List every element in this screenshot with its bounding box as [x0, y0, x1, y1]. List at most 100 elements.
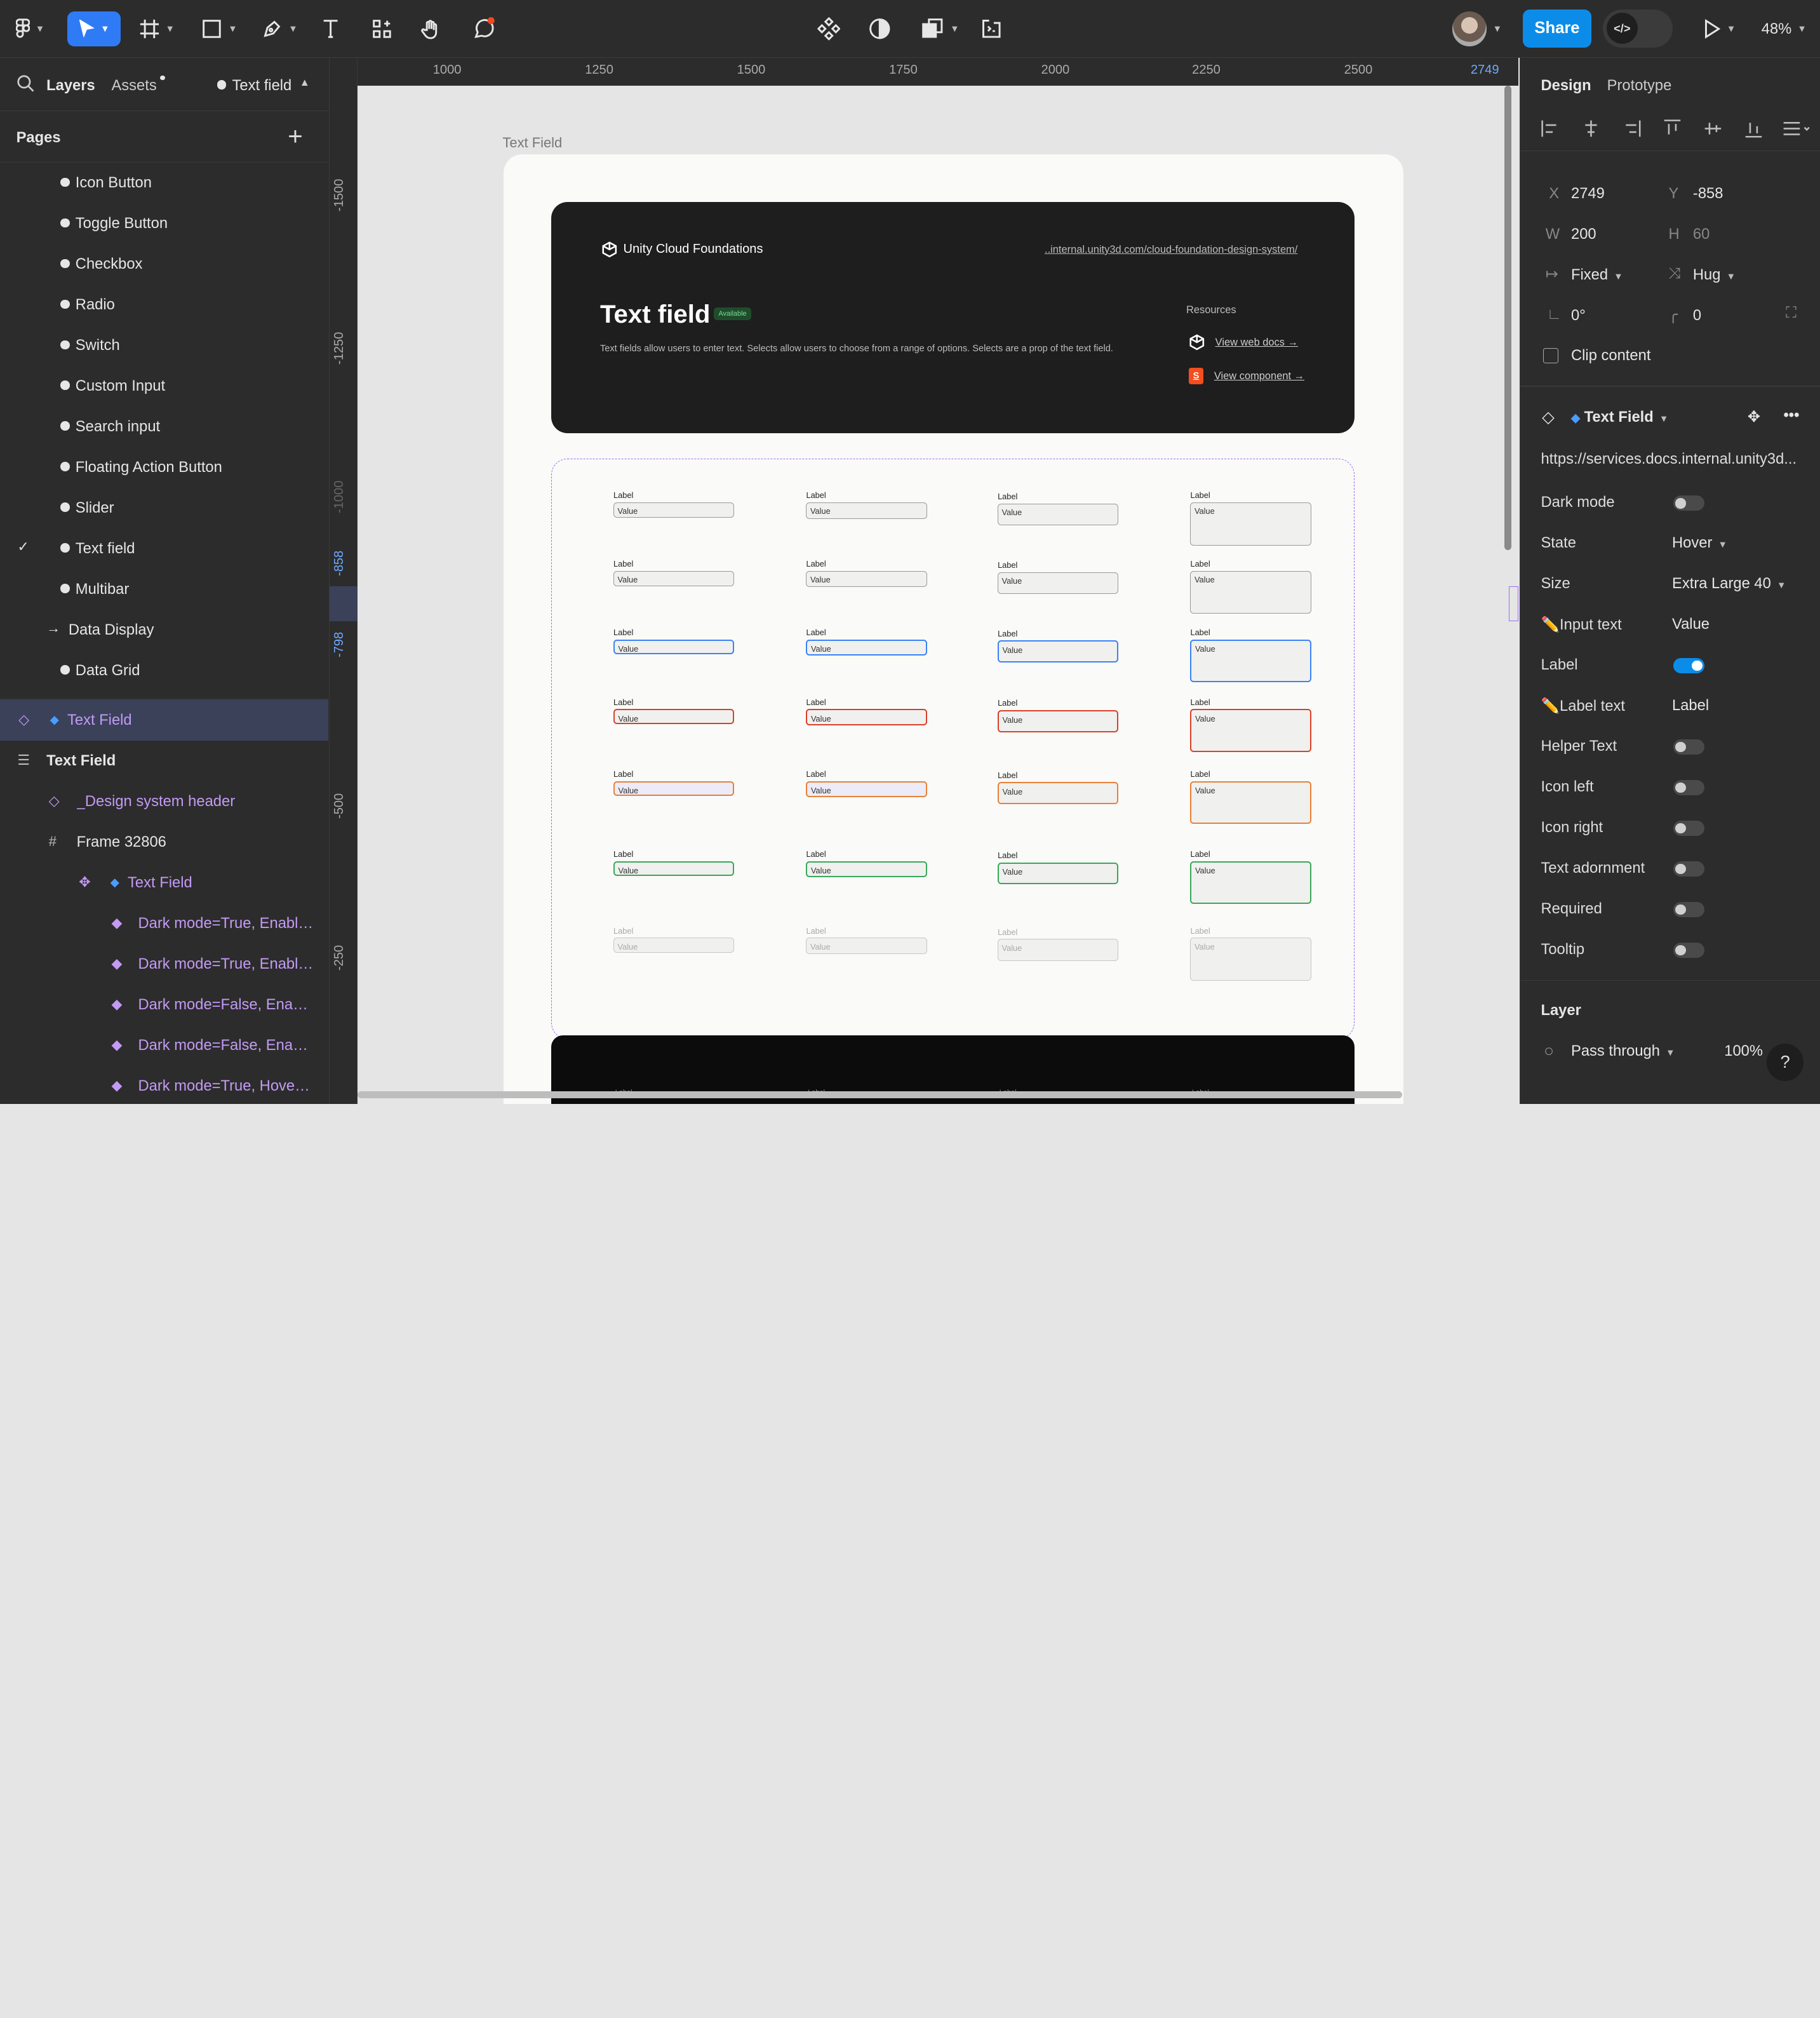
page-item[interactable]: Checkbox	[0, 244, 328, 285]
text-field-variant[interactable]: Label Value	[1190, 926, 1311, 981]
pen-tool-icon[interactable]: ▼	[258, 11, 302, 46]
property-text-input[interactable]: Label	[1672, 697, 1709, 715]
page-item[interactable]: → Data Display	[0, 610, 328, 650]
text-field-variant[interactable]: Label Value	[613, 926, 735, 953]
shape-tool-icon[interactable]: ▼	[197, 11, 241, 46]
text-field-variant[interactable]: Label Value	[806, 628, 927, 656]
vertical-scrollbar[interactable]	[1504, 86, 1511, 551]
text-field-variant[interactable]: Label Value	[613, 559, 735, 586]
hand-tool-icon[interactable]	[419, 11, 445, 46]
layer-item[interactable]: ✥ ◆ Text Field	[0, 863, 328, 903]
opacity-input[interactable]: 100%	[1724, 1042, 1763, 1060]
property-select[interactable]: Extra Large 40 ▼	[1672, 575, 1786, 593]
blend-mode-select[interactable]: Pass through ▼	[1571, 1042, 1675, 1060]
chevron-up-icon[interactable]: ▲	[300, 77, 310, 89]
property-toggle[interactable]	[1673, 821, 1705, 836]
component-url[interactable]: https://services.docs.internal.unity3d..…	[1541, 450, 1814, 468]
docs-link[interactable]: ..internal.unity3d.com/cloud-foundation-…	[1045, 244, 1297, 256]
text-field-variant[interactable]: Label Value	[1190, 697, 1311, 752]
page-item[interactable]: Floating Action Button	[0, 447, 328, 488]
current-page-selector[interactable]: Text field	[232, 77, 292, 95]
text-field-variant[interactable]: Label Value	[1190, 490, 1311, 546]
comment-icon[interactable]	[470, 11, 498, 46]
distribute-icon[interactable]	[1781, 118, 1812, 139]
x-input[interactable]: 2749	[1571, 185, 1605, 203]
property-toggle[interactable]	[1673, 658, 1705, 674]
layer-item[interactable]: ◆ Dark mode=True, Enable...	[0, 944, 328, 985]
property-select[interactable]: Hover ▼	[1672, 534, 1727, 552]
width-mode-select[interactable]: Fixed ▼	[1571, 266, 1623, 284]
page-item[interactable]: Icon Button	[0, 163, 328, 203]
page-item[interactable]: Search input	[0, 407, 328, 447]
boolean-icon[interactable]: ▼	[920, 11, 961, 46]
help-button[interactable]: ?	[1766, 1044, 1804, 1081]
align-left-icon[interactable]	[1540, 118, 1561, 139]
more-options-icon[interactable]: •••	[1783, 407, 1799, 424]
tab-prototype[interactable]: Prototype	[1607, 77, 1672, 95]
layer-item[interactable]: ◇ _Design system header	[0, 781, 328, 822]
page-item[interactable]: Multibar	[0, 569, 328, 610]
text-field-variant[interactable]: Label Value	[613, 490, 735, 518]
width-input[interactable]: 200	[1571, 225, 1596, 243]
text-field-variant[interactable]: Label Value	[998, 560, 1119, 595]
go-to-main-component-icon[interactable]: ✥	[1748, 408, 1760, 426]
property-toggle[interactable]	[1673, 780, 1705, 796]
property-toggle[interactable]	[1673, 739, 1705, 755]
text-field-variants-grid[interactable]: Label Value Label Value Label Value Label Value…	[551, 458, 1355, 1039]
avatar-chevron-down-icon[interactable]: ▼	[1489, 11, 1506, 46]
page-item[interactable]: Radio	[0, 285, 328, 325]
text-field-variant[interactable]: Label Value	[806, 849, 927, 878]
text-field-variant[interactable]: Label Value	[613, 628, 735, 655]
figma-menu-icon[interactable]: ▼	[10, 11, 51, 46]
text-field-variant[interactable]: Label Value	[998, 927, 1119, 961]
y-input[interactable]: -858	[1693, 185, 1723, 203]
align-top-icon[interactable]	[1662, 118, 1683, 139]
page-item[interactable]: Switch	[0, 325, 328, 366]
height-mode-select[interactable]: Hug ▼	[1693, 266, 1736, 284]
text-field-variant[interactable]: Label Value	[1190, 769, 1311, 824]
text-field-variant[interactable]: Label Value	[613, 849, 735, 877]
design-system-header[interactable]: Unity Cloud Foundations ..internal.unity…	[551, 202, 1355, 433]
move-tool-icon[interactable]: ▼	[67, 11, 121, 47]
radius-input[interactable]: 0	[1693, 307, 1701, 325]
share-button[interactable]: Share	[1523, 9, 1591, 48]
text-field-variant[interactable]: Label Value	[998, 629, 1119, 663]
web-docs-link[interactable]: View web docs →	[1189, 334, 1298, 351]
layer-item[interactable]: ◆ Dark mode=False, Enabl...	[0, 1025, 328, 1066]
contrast-icon[interactable]	[866, 11, 894, 46]
text-field-variant[interactable]: Label Value	[998, 492, 1119, 526]
layer-item[interactable]: ☰ Text Field	[0, 741, 328, 781]
zoom-control[interactable]: 48% ▼	[1757, 11, 1810, 46]
layer-item[interactable]: ◆ Dark mode=True, Enable...	[0, 903, 328, 944]
clip-content-checkbox[interactable]	[1543, 348, 1558, 364]
component-link[interactable]: S View component →	[1188, 368, 1304, 384]
user-avatar[interactable]	[1452, 11, 1487, 47]
layer-item[interactable]: # Frame 32806	[0, 822, 328, 863]
text-field-variant[interactable]: Label Value	[806, 559, 927, 588]
property-toggle[interactable]	[1673, 902, 1705, 917]
text-field-variant[interactable]: Label Value	[1190, 849, 1311, 905]
page-item[interactable]: Slider	[0, 488, 328, 528]
page-item[interactable]: Toggle Button	[0, 203, 328, 244]
independent-corners-icon[interactable]: ⛶	[1786, 304, 1797, 322]
layer-item[interactable]: ◆ Dark mode=False, Enabl...	[0, 985, 328, 1025]
component-icon[interactable]	[815, 11, 843, 46]
text-field-variant[interactable]: Label Value	[998, 698, 1119, 732]
property-toggle[interactable]	[1673, 861, 1705, 877]
page-item[interactable]: Custom Input	[0, 366, 328, 407]
search-icon[interactable]	[17, 74, 35, 97]
tab-assets[interactable]: Assets	[111, 77, 156, 95]
text-field-variant[interactable]: Label Value	[806, 697, 927, 725]
property-text-input[interactable]: Value	[1672, 615, 1710, 633]
align-bottom-icon[interactable]	[1743, 118, 1764, 139]
text-tool-icon[interactable]	[318, 11, 344, 46]
rotation-input[interactable]: 0°	[1571, 307, 1586, 325]
layer-item[interactable]: ◆ Dark mode=True, Hover, ...	[0, 1066, 328, 1107]
dev-mode-toggle[interactable]: </>	[1603, 9, 1673, 48]
text-field-variant[interactable]: Label Value	[806, 490, 927, 519]
text-field-variant[interactable]: Label Value	[613, 697, 735, 725]
crop-icon[interactable]	[977, 11, 1005, 46]
text-field-variant[interactable]: Label Value	[806, 926, 927, 954]
text-field-variant[interactable]: Label Value	[998, 770, 1119, 805]
text-field-variant[interactable]: Label Value	[806, 769, 927, 798]
